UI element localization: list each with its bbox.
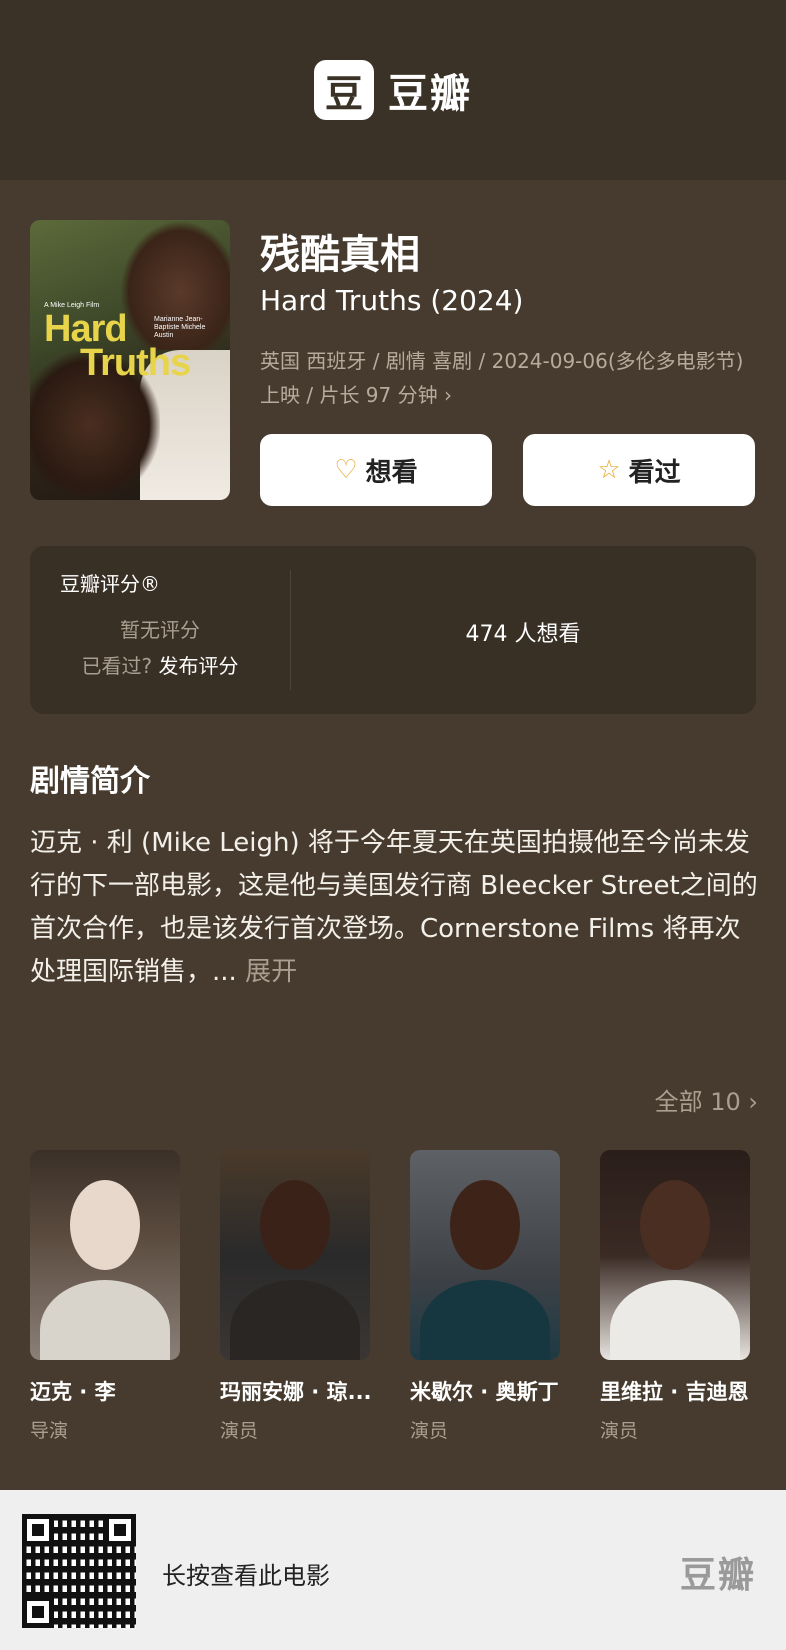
star-icon: ☆ [597, 455, 621, 485]
douban-logo-icon: 豆 [314, 60, 374, 120]
cast-photo-head [450, 1180, 520, 1270]
cast-role: 演员 [410, 1420, 449, 1442]
cast-photo [410, 1150, 560, 1360]
no-rating-text: 暂无评分 [120, 618, 200, 642]
footer-hint: 长按查看此电影 [162, 1562, 330, 1590]
want-label: 想看 [365, 457, 418, 488]
synopsis-title: 剧情简介 [30, 764, 150, 799]
heart-plus-icon: ♡ [334, 455, 358, 485]
cast-photo-head [260, 1180, 330, 1270]
expand-link[interactable]: 展开 [245, 957, 297, 987]
cast-photo-body [420, 1280, 550, 1360]
share-footer: 长按查看此电影 豆瓣 [0, 1490, 786, 1650]
cast-photo-body [230, 1280, 360, 1360]
cast-name: 迈克 · 李 [30, 1380, 116, 1404]
movie-title-cn: 残酷真相 [260, 232, 420, 278]
seen-prefix: 已看过? [81, 654, 153, 678]
synopsis-body: 迈克 · 利 (Mike Leigh) 将于今年夏天在英国拍摄他至今尚未发行的下… [30, 828, 758, 987]
all-cast-link[interactable]: 全部 10 › [655, 1082, 758, 1117]
seen-line: 已看过? 发布评分 [30, 650, 290, 679]
footer-logo: 豆瓣 [679, 1555, 756, 1596]
cast-card[interactable]: 里维拉 · 吉迪恩 演员 [600, 1150, 750, 1443]
cast-card[interactable]: 迈克 · 李 导演 [30, 1150, 180, 1443]
cast-card[interactable]: 米歇尔 · 奥斯丁 演员 [410, 1150, 560, 1443]
seen-label: 看过 [628, 457, 681, 488]
cast-photo-body [40, 1280, 170, 1360]
rating-label: 豆瓣评分® [60, 572, 160, 596]
cast-role: 导演 [30, 1420, 69, 1442]
publish-rating-link[interactable]: 发布评分 [158, 654, 238, 678]
cast-role: 演员 [600, 1420, 639, 1442]
movie-poster[interactable]: A Mike Leigh Film Marianne Jean-Baptiste… [30, 220, 230, 500]
qr-finder [22, 1596, 54, 1628]
app-header: 豆 豆瓣 [0, 0, 786, 180]
qr-finder [104, 1514, 136, 1546]
cast-role: 演员 [220, 1420, 259, 1442]
cast-photo [30, 1150, 180, 1360]
synopsis-text: 迈克 · 利 (Mike Leigh) 将于今年夏天在英国拍摄他至今尚未发行的下… [30, 822, 760, 994]
poster-title-line2: Truths [80, 342, 191, 384]
cast-photo [220, 1150, 370, 1360]
qr-code[interactable] [22, 1514, 136, 1628]
app-logo-text: 豆瓣 [388, 71, 472, 117]
cast-photo-head [640, 1180, 710, 1270]
movie-meta[interactable]: 英国 西班牙 / 剧情 喜剧 / 2024-09-06(多伦多电影节) 上映 /… [260, 344, 760, 412]
cast-name: 玛丽安娜 · 琼... [220, 1380, 370, 1404]
cast-photo-body [610, 1280, 740, 1360]
want-count: 474 人想看 [465, 622, 581, 647]
want-to-watch-button[interactable]: ♡ 想看 [260, 434, 492, 506]
movie-title-en: Hard Truths (2024) [260, 284, 524, 317]
qr-finder [22, 1514, 54, 1546]
poster-title-line1: Hard [44, 308, 128, 350]
cast-photo-head [70, 1180, 140, 1270]
cast-name: 里维拉 · 吉迪恩 [600, 1380, 749, 1404]
poster-title: Hard Truths [44, 308, 224, 384]
cast-name: 米歇尔 · 奥斯丁 [410, 1380, 559, 1404]
watched-button[interactable]: ☆ 看过 [523, 434, 755, 506]
rating-card: 豆瓣评分® 暂无评分 已看过? 发布评分 474 人想看 [30, 546, 756, 714]
cast-card[interactable]: 玛丽安娜 · 琼... 演员 [220, 1150, 370, 1443]
cast-photo [600, 1150, 750, 1360]
